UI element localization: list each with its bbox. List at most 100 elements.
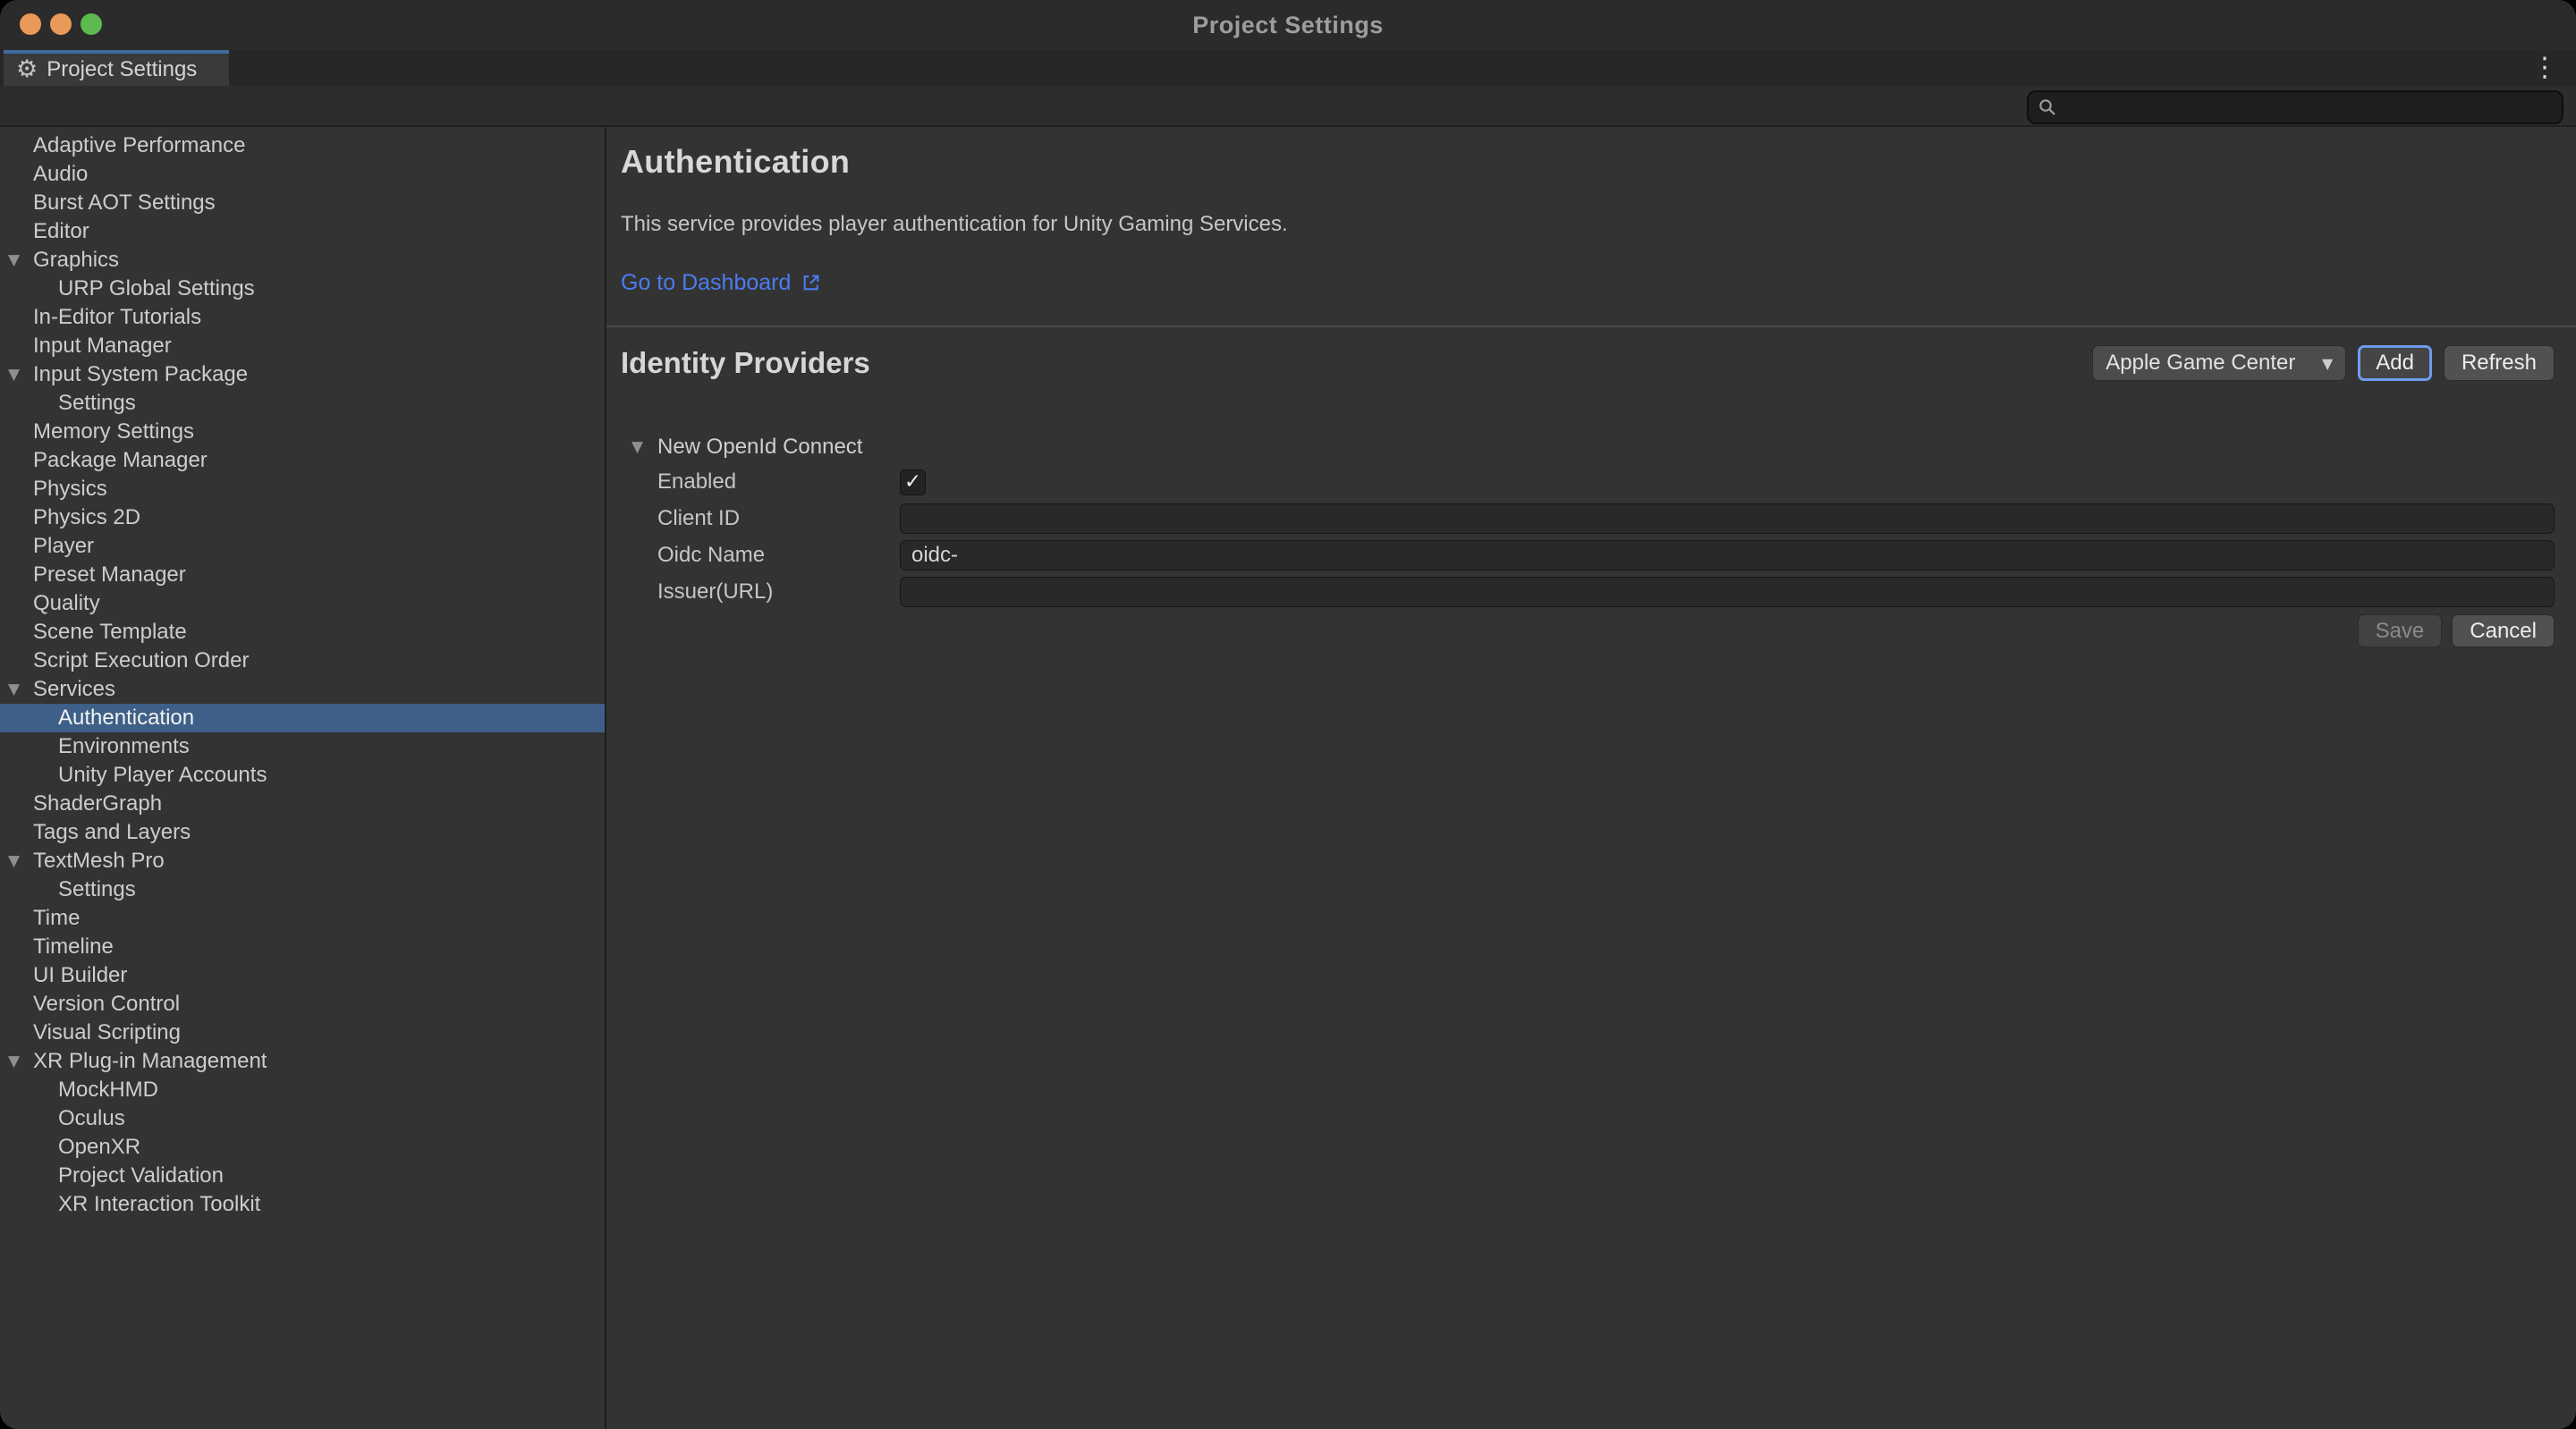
foldout-icon[interactable] xyxy=(8,704,30,732)
sidebar-item-graphics[interactable]: ▼ Graphics xyxy=(0,246,605,275)
sidebar-item-visual-scripting[interactable]: Visual Scripting xyxy=(0,1019,605,1047)
sidebar-item-settings[interactable]: Settings xyxy=(0,389,605,418)
kebab-menu-icon[interactable]: ⋮ xyxy=(2526,50,2563,86)
add-button[interactable]: Add xyxy=(2358,345,2432,381)
foldout-icon[interactable] xyxy=(8,532,30,561)
client-id-input[interactable] xyxy=(900,503,2555,534)
sidebar-item-package-manager[interactable]: Package Manager xyxy=(0,446,605,475)
foldout-icon[interactable]: ▼ xyxy=(8,1047,30,1076)
foldout-icon[interactable] xyxy=(8,1190,30,1219)
cancel-button[interactable]: Cancel xyxy=(2452,614,2555,647)
sidebar-item-label: Editor xyxy=(33,219,89,243)
window-minimize-button[interactable] xyxy=(50,13,72,35)
sidebar-item-environments[interactable]: Environments xyxy=(0,732,605,761)
search-field[interactable] xyxy=(2027,90,2563,124)
sidebar-item-openxr[interactable]: OpenXR xyxy=(0,1133,605,1162)
foldout-icon[interactable] xyxy=(8,189,30,217)
sidebar-item-version-control[interactable]: Version Control xyxy=(0,990,605,1019)
sidebar-item-scene-template[interactable]: Scene Template xyxy=(0,618,605,647)
foldout-icon[interactable] xyxy=(8,446,30,475)
tab-project-settings[interactable]: ⚙ Project Settings xyxy=(4,50,229,86)
save-button[interactable]: Save xyxy=(2358,614,2443,647)
foldout-icon[interactable] xyxy=(8,875,30,904)
foldout-icon[interactable]: ▼ xyxy=(8,246,30,275)
foldout-icon[interactable] xyxy=(8,904,30,933)
sidebar-item-textmesh-pro[interactable]: ▼ TextMesh Pro xyxy=(0,847,605,875)
sidebar-item-editor[interactable]: Editor xyxy=(0,217,605,246)
foldout-icon[interactable] xyxy=(8,475,30,503)
foldout-icon[interactable] xyxy=(8,561,30,589)
sidebar-item-project-validation[interactable]: Project Validation xyxy=(0,1162,605,1190)
sidebar-item-urp-global-settings[interactable]: URP Global Settings xyxy=(0,275,605,303)
sidebar-item-quality[interactable]: Quality xyxy=(0,589,605,618)
foldout-icon[interactable] xyxy=(8,761,30,790)
sidebar-item-script-execution-order[interactable]: Script Execution Order xyxy=(0,647,605,675)
dashboard-link[interactable]: Go to Dashboard xyxy=(621,270,822,296)
sidebar-item-physics[interactable]: Physics xyxy=(0,475,605,503)
foldout-icon[interactable]: ▼ xyxy=(8,847,30,875)
sidebar-item-input-manager[interactable]: Input Manager xyxy=(0,332,605,360)
sidebar-item-xr-plug-in-management[interactable]: ▼ XR Plug-in Management xyxy=(0,1047,605,1076)
enabled-checkbox[interactable]: ✓ xyxy=(900,469,926,495)
foldout-icon[interactable]: ▼ xyxy=(631,438,657,456)
foldout-icon[interactable] xyxy=(8,1133,30,1162)
foldout-icon[interactable] xyxy=(8,503,30,532)
foldout-icon[interactable] xyxy=(8,818,30,847)
window-titlebar[interactable]: Project Settings xyxy=(0,0,2576,50)
issuer-url-input[interactable] xyxy=(900,577,2555,607)
sidebar-item-preset-manager[interactable]: Preset Manager xyxy=(0,561,605,589)
foldout-icon[interactable] xyxy=(8,618,30,647)
sidebar-item-physics-2d[interactable]: Physics 2D xyxy=(0,503,605,532)
foldout-icon[interactable] xyxy=(8,418,30,446)
sidebar-item-label: UI Builder xyxy=(33,963,127,987)
sidebar-item-label: Time xyxy=(33,906,80,930)
sidebar-item-in-editor-tutorials[interactable]: In-Editor Tutorials xyxy=(0,303,605,332)
window-close-button[interactable] xyxy=(20,13,41,35)
foldout-icon[interactable]: ▼ xyxy=(8,360,30,389)
sidebar-item-settings[interactable]: Settings xyxy=(0,875,605,904)
sidebar-item-ui-builder[interactable]: UI Builder xyxy=(0,961,605,990)
sidebar-item-adaptive-performance[interactable]: Adaptive Performance xyxy=(0,131,605,160)
sidebar-item-player[interactable]: Player xyxy=(0,532,605,561)
foldout-icon[interactable] xyxy=(8,160,30,189)
sidebar-item-memory-settings[interactable]: Memory Settings xyxy=(0,418,605,446)
sidebar-item-services[interactable]: ▼ Services xyxy=(0,675,605,704)
sidebar-item-time[interactable]: Time xyxy=(0,904,605,933)
foldout-icon[interactable] xyxy=(8,1019,30,1047)
foldout-icon[interactable] xyxy=(8,589,30,618)
oidc-name-input[interactable] xyxy=(900,540,2555,571)
foldout-icon[interactable] xyxy=(8,217,30,246)
foldout-icon[interactable] xyxy=(8,332,30,360)
foldout-row[interactable]: ▼ New OpenId Connect xyxy=(631,432,2576,462)
foldout-icon[interactable] xyxy=(8,647,30,675)
refresh-button[interactable]: Refresh xyxy=(2444,345,2555,381)
sidebar-item-authentication[interactable]: Authentication xyxy=(0,704,605,732)
foldout-icon[interactable] xyxy=(8,1104,30,1133)
sidebar-item-timeline[interactable]: Timeline xyxy=(0,933,605,961)
sidebar-item-unity-player-accounts[interactable]: Unity Player Accounts xyxy=(0,761,605,790)
foldout-icon[interactable] xyxy=(8,389,30,418)
provider-dropdown[interactable]: Apple Game Center ▼ xyxy=(2092,345,2346,381)
sidebar-item-label: Physics 2D xyxy=(33,505,140,529)
sidebar-item-tags-and-layers[interactable]: Tags and Layers xyxy=(0,818,605,847)
foldout-icon[interactable] xyxy=(8,303,30,332)
sidebar-item-xr-interaction-toolkit[interactable]: XR Interaction Toolkit xyxy=(0,1190,605,1219)
foldout-icon[interactable]: ▼ xyxy=(8,675,30,704)
foldout-icon[interactable] xyxy=(8,1162,30,1190)
foldout-icon[interactable] xyxy=(8,933,30,961)
sidebar-item-burst-aot-settings[interactable]: Burst AOT Settings xyxy=(0,189,605,217)
search-input[interactable] xyxy=(2064,95,2553,121)
sidebar-item-input-system-package[interactable]: ▼ Input System Package xyxy=(0,360,605,389)
sidebar-item-oculus[interactable]: Oculus xyxy=(0,1104,605,1133)
foldout-icon[interactable] xyxy=(8,990,30,1019)
foldout-icon[interactable] xyxy=(8,961,30,990)
foldout-icon[interactable] xyxy=(8,275,30,303)
foldout-icon[interactable] xyxy=(8,1076,30,1104)
foldout-icon[interactable] xyxy=(8,790,30,818)
sidebar-item-audio[interactable]: Audio xyxy=(0,160,605,189)
window-zoom-button[interactable] xyxy=(80,13,102,35)
foldout-icon[interactable] xyxy=(8,732,30,761)
sidebar-item-mockhmd[interactable]: MockHMD xyxy=(0,1076,605,1104)
sidebar-item-shadergraph[interactable]: ShaderGraph xyxy=(0,790,605,818)
foldout-icon[interactable] xyxy=(8,131,30,160)
